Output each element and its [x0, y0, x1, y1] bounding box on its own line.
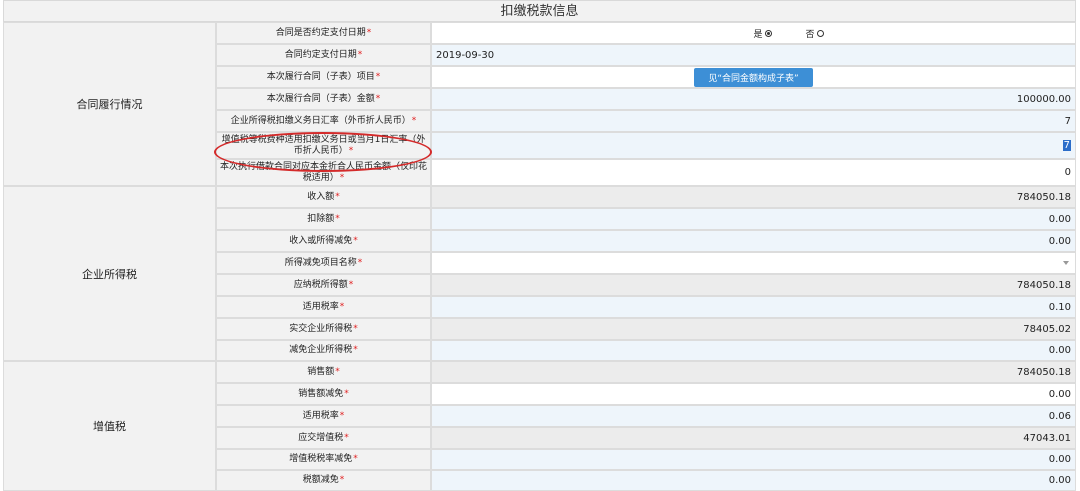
taxable-income-field: 784050.18	[431, 274, 1076, 296]
radio-unchecked-icon	[816, 29, 824, 37]
contract-amount-subtable-button[interactable]: 见“合同金额构成子表”	[694, 67, 813, 87]
label-exemption-item-name: 所得减免项目名称 *	[216, 252, 431, 274]
tax-amount-relief-field[interactable]: 0.00	[431, 470, 1076, 491]
loan-principal-field[interactable]: 0	[431, 159, 1076, 186]
deduction-field[interactable]: 0.00	[431, 208, 1076, 230]
contract-item-field: 见“合同金额构成子表”	[431, 66, 1076, 88]
label-income-tax-exchange-rate: 企业所得税扣缴义务日汇率（外币折人民币） *	[216, 110, 431, 132]
label-income-tax-relief: 减免企业所得税 *	[216, 340, 431, 361]
label-actual-income-tax: 实交企业所得税 *	[216, 318, 431, 340]
sales-field: 784050.18	[431, 361, 1076, 383]
form-title: 扣缴税款信息	[3, 0, 1076, 22]
label-payment-date-agreed: 合同是否约定支付日期 *	[216, 22, 431, 44]
tax-withholding-form: 扣缴税款信息 合同履行情况 企业所得税 增值税 合同是否约定支付日期 * 是 否 …	[3, 0, 1076, 491]
income-exemption-field[interactable]: 0.00	[431, 230, 1076, 252]
label-income-exemption: 收入或所得减免 *	[216, 230, 431, 252]
payment-date-field[interactable]: 2019-09-30	[431, 44, 1076, 66]
income-tax-rate-field[interactable]: 0.10	[431, 296, 1076, 318]
vat-rate-relief-field[interactable]: 0.00	[431, 449, 1076, 470]
label-payment-date: 合同约定支付日期 *	[216, 44, 431, 66]
radio-yes[interactable]: 是	[753, 27, 772, 40]
radio-no[interactable]: 否	[806, 27, 824, 40]
group-income-tax: 企业所得税	[3, 186, 216, 361]
vat-payable-field: 47043.01	[431, 427, 1076, 449]
label-vat-payable: 应交增值税 *	[216, 427, 431, 449]
chevron-down-icon	[1063, 261, 1069, 265]
payment-date-agreed-field: 是 否	[431, 22, 1076, 44]
selected-text: 7	[1062, 140, 1071, 151]
label-vat-rate-relief: 增值税税率减免 *	[216, 449, 431, 470]
label-income-tax-rate: 适用税率 *	[216, 296, 431, 318]
sales-exemption-field[interactable]: 0.00	[431, 383, 1076, 405]
group-contract: 合同履行情况	[3, 22, 216, 186]
income-field: 784050.18	[431, 186, 1076, 208]
exemption-item-select[interactable]	[431, 252, 1076, 274]
label-sales-exemption: 销售额减免 *	[216, 383, 431, 405]
vat-exchange-rate-field[interactable]: 7	[431, 132, 1076, 159]
income-tax-exchange-rate-field[interactable]: 7	[431, 110, 1076, 132]
label-contract-amount: 本次履行合同（子表）金额 *	[216, 88, 431, 110]
label-taxable-income: 应纳税所得额 *	[216, 274, 431, 296]
actual-income-tax-field: 78405.02	[431, 318, 1076, 340]
vat-rate-field[interactable]: 0.06	[431, 405, 1076, 427]
group-vat: 增值税	[3, 361, 216, 491]
label-tax-amount-relief: 税额减免 *	[216, 470, 431, 491]
label-income: 收入额 *	[216, 186, 431, 208]
label-sales: 销售额 *	[216, 361, 431, 383]
income-tax-relief-field[interactable]: 0.00	[431, 340, 1076, 361]
radio-checked-icon	[764, 29, 772, 37]
label-vat-rate: 适用税率 *	[216, 405, 431, 427]
label-deduction: 扣除额 *	[216, 208, 431, 230]
label-vat-exchange-rate: 增值税等税费种适用扣缴义务日或当月1日汇率（外币折人民币）*	[216, 132, 431, 159]
label-contract-item: 本次履行合同（子表）项目 *	[216, 66, 431, 88]
contract-amount-field[interactable]: 100000.00	[431, 88, 1076, 110]
label-loan-principal: 本次执行借款合同对应本金折合人民币金额（仅印花税适用）*	[216, 159, 431, 186]
